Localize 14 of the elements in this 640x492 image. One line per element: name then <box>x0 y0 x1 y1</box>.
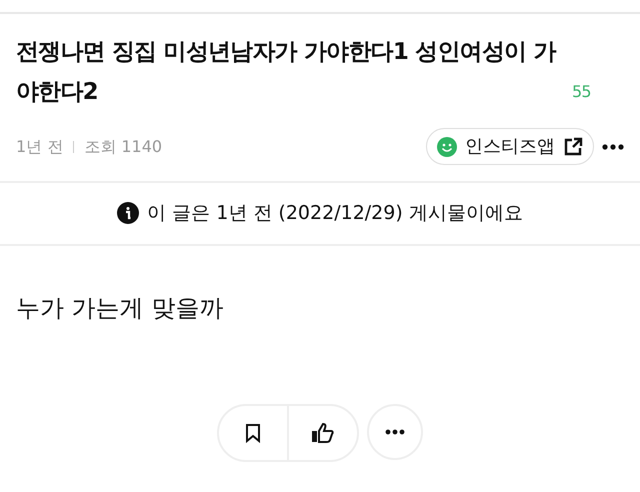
app-button[interactable]: 인스티즈앱 <box>426 128 594 165</box>
post-body: 누가 가는게 맞을까 <box>15 292 224 324</box>
more-icon <box>385 428 405 434</box>
bookmark-icon <box>245 423 261 444</box>
view-count: 조회 1140 <box>84 136 162 158</box>
smiley-icon <box>437 136 457 156</box>
external-link-icon <box>563 136 583 156</box>
post-age: 1년 전 <box>16 136 64 158</box>
comment-count: 55 <box>572 81 591 103</box>
info-icon <box>117 202 140 224</box>
notice-text: 이 글은 1년 전 (2022/12/29) 게시물이에요 <box>147 201 523 226</box>
thumbs-up-icon <box>311 422 335 444</box>
more-icon[interactable] <box>602 144 624 150</box>
post-title: 전쟁나면 징집 미성년남자가 가야한다1 성인여성이 가야한다2 <box>16 38 558 107</box>
